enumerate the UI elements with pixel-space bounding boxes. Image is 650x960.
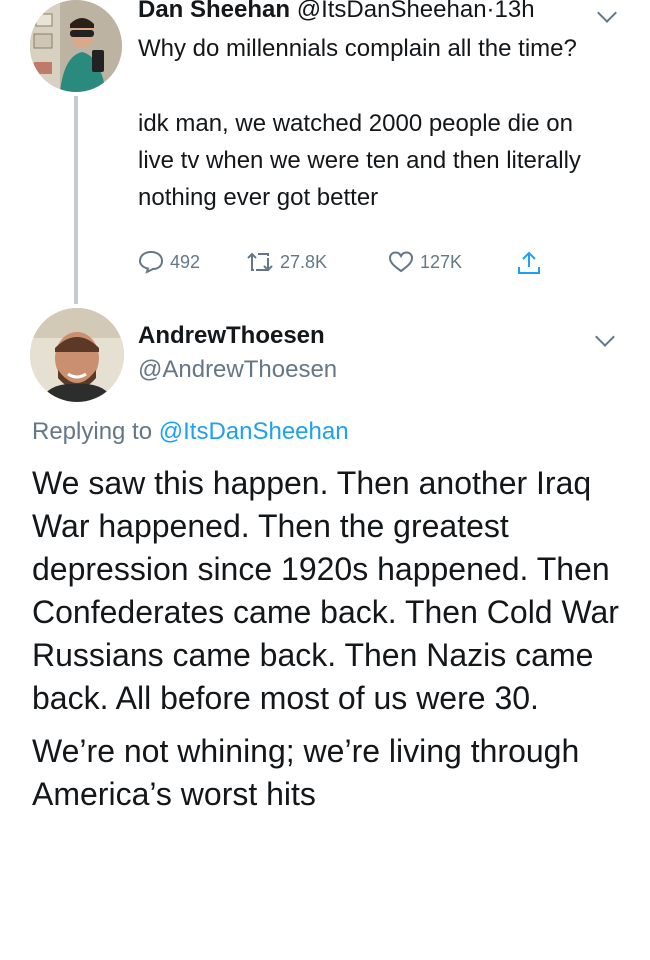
share-button[interactable] (516, 250, 548, 276)
retweet-icon (247, 252, 273, 272)
retweet-button[interactable]: 27.8K (246, 250, 327, 274)
replying-to-link[interactable]: @ItsDanSheehan (159, 418, 349, 445)
tweet1-body: Why do millennials complain all the time… (138, 30, 608, 216)
reply-button[interactable]: 492 (138, 250, 200, 274)
avatar-andrew-thoesen[interactable] (30, 308, 124, 402)
like-icon (388, 251, 414, 273)
thread-line (74, 96, 78, 304)
like-button[interactable]: 127K (388, 250, 462, 274)
tweet1-timestamp[interactable]: 13h (495, 0, 535, 23)
tweet1-text-1: Why do millennials complain all the time… (138, 35, 577, 62)
tweet1-actions: 492 27.8K 127K (138, 250, 558, 280)
replying-to-prefix: Replying to (32, 418, 153, 445)
tweet2-paragraph-2: We’re not whining; we’re living through … (32, 733, 580, 812)
tweet1-author-handle[interactable]: @ItsDanSheehan (297, 0, 487, 23)
tweet1-separator: · (486, 0, 495, 23)
tweet2-author-handle[interactable]: @AndrewThoesen (138, 356, 337, 384)
tweet1-author-name[interactable]: Dan Sheehan (138, 0, 290, 23)
tweet1-text-2: idk man, we watched 2000 people die on l… (138, 110, 581, 211)
reply-icon (138, 250, 164, 274)
tweet1-header: Dan Sheehan @ItsDanSheehan·13h (138, 0, 535, 26)
retweet-count: 27.8K (280, 251, 328, 272)
chevron-down-icon[interactable] (597, 3, 617, 23)
tweet2-paragraph-1: We saw this happen. Then another Iraq Wa… (32, 465, 619, 716)
chevron-down-icon[interactable] (595, 327, 615, 347)
tweet2-body: We saw this happen. Then another Iraq Wa… (32, 462, 632, 816)
reply-count: 492 (170, 251, 201, 272)
replying-to-line: Replying to @ItsDanSheehan (32, 418, 349, 446)
like-count: 127K (420, 251, 463, 272)
share-icon (518, 251, 540, 274)
tweet2-author-name[interactable]: AndrewThoesen (138, 322, 325, 350)
avatar-dan-sheehan[interactable] (30, 0, 122, 92)
